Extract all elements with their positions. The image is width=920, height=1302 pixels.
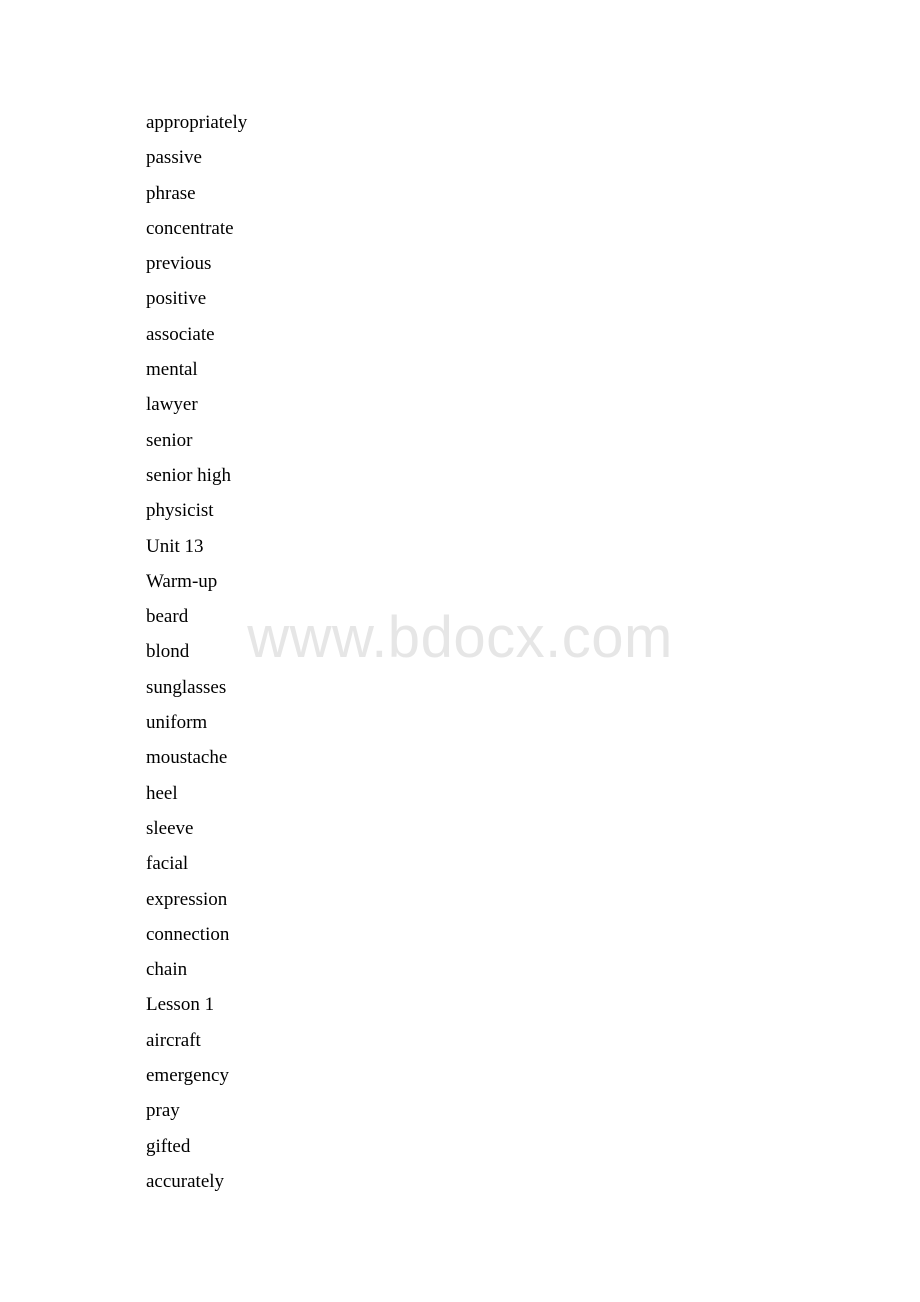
word-list-item: facial	[146, 853, 189, 875]
word-list-item: concentrate	[146, 217, 234, 239]
word-list-item: moustache	[146, 747, 228, 769]
vocabulary-word-list: appropriately passive phrase concentrate pre…	[146, 105, 786, 1199]
word-list-item: uniform	[146, 712, 208, 734]
word-list-item: aircraft	[146, 1029, 201, 1051]
word-list-item: associate	[146, 323, 215, 345]
word-list-item: sleeve	[146, 817, 194, 839]
word-list-item: Warm-up	[146, 570, 218, 592]
word-list-item: senior high	[146, 464, 231, 486]
document-page: www.bdocx.com appropriately passive phrase…	[0, 0, 920, 1302]
word-list-item: sunglasses	[146, 676, 227, 698]
word-list-item: senior	[146, 429, 193, 451]
word-list-item: gifted	[146, 1135, 191, 1157]
word-list-item: passive	[146, 147, 202, 169]
word-list-item: emergency	[146, 1065, 229, 1087]
word-list-item: blond	[146, 641, 190, 663]
word-list-item: Lesson 1	[146, 994, 215, 1016]
word-list-item: chain	[146, 959, 188, 981]
word-list-item: positive	[146, 288, 207, 310]
word-list-item: connection	[146, 923, 230, 945]
word-list-item: accurately	[146, 1170, 225, 1192]
word-list-item: lawyer	[146, 394, 198, 416]
word-list-item: appropriately	[146, 112, 248, 133]
word-list-item: previous	[146, 253, 212, 275]
word-list-item: pray	[146, 1100, 180, 1122]
word-list-item: physicist	[146, 500, 214, 522]
word-list-item: Unit 13	[146, 535, 204, 557]
word-list-item: expression	[146, 888, 228, 910]
word-list-item: beard	[146, 606, 189, 628]
word-list-item: heel	[146, 782, 178, 804]
word-list-item: phrase	[146, 182, 196, 204]
word-list-item: mental	[146, 359, 198, 381]
